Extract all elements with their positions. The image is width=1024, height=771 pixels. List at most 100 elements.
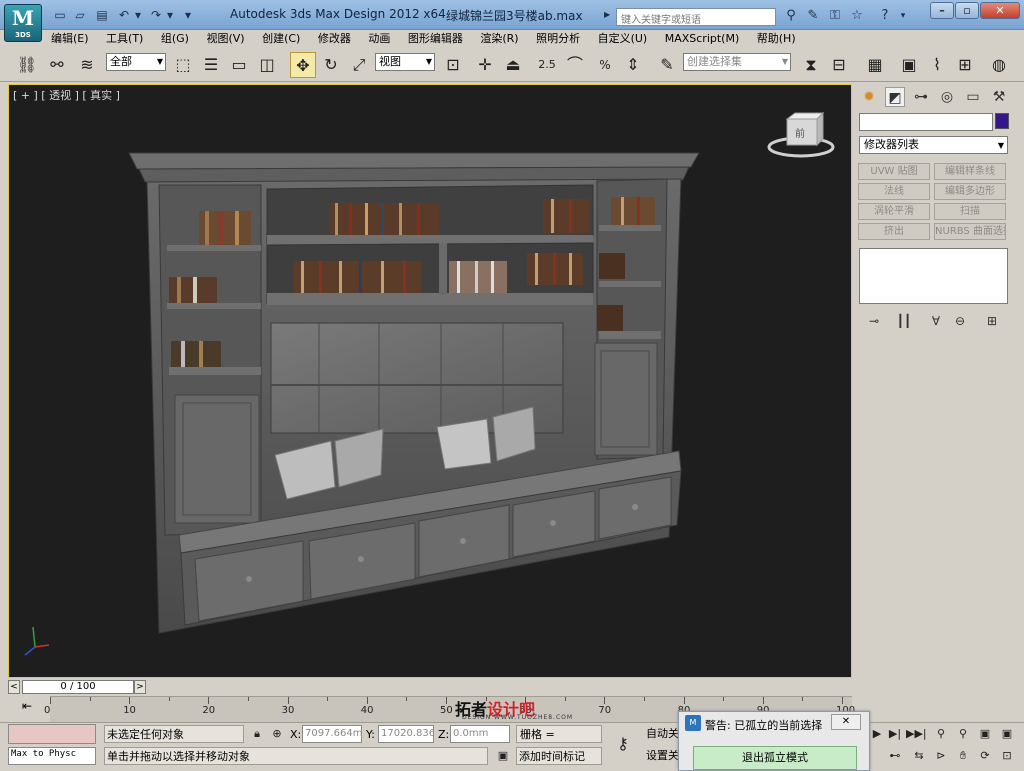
hierarchy-tab-icon[interactable]: ⊶ — [911, 87, 931, 107]
viewcube[interactable]: 前 — [767, 111, 835, 158]
add-time-tag-button[interactable]: 添加时间标记 — [516, 747, 602, 765]
search-expand-icon[interactable]: ▶ — [604, 10, 614, 24]
menu-modifiers[interactable]: 修改器 — [311, 30, 358, 48]
named-selection-dropdown[interactable]: 创建选择集 ▼ — [683, 53, 791, 71]
object-name-field[interactable] — [859, 113, 993, 131]
modifier-button-nurbs-surface-select[interactable]: NURBS 曲面选择 — [934, 223, 1006, 240]
curve-editor-icon[interactable]: ⌇ — [924, 52, 950, 78]
menu-help[interactable]: 帮助(H) — [750, 30, 803, 48]
select-by-name-icon[interactable]: ☰ — [198, 52, 224, 78]
exit-isolation-mode-button[interactable]: 退出孤立模式 — [693, 746, 857, 770]
percent-snap-icon[interactable]: % — [592, 52, 618, 78]
maxscript-mini-listener[interactable]: Max to Physc — [8, 747, 96, 765]
menu-rendering[interactable]: 渲染(R) — [473, 30, 525, 48]
next-frame-icon[interactable]: > — [134, 680, 146, 694]
utilities-tab-icon[interactable]: ⚒ — [989, 87, 1009, 107]
keyboard-shortcut-override-icon[interactable]: ⏏ — [500, 52, 526, 78]
menu-edit[interactable]: 编辑(E) — [44, 30, 96, 48]
material-editor-icon[interactable]: ◍ — [986, 52, 1012, 78]
modifier-stack-list[interactable] — [859, 248, 1008, 304]
time-slider-thumb[interactable]: 0 / 100 — [22, 680, 134, 694]
previous-frame-icon[interactable]: < — [8, 680, 20, 694]
object-color-swatch[interactable] — [995, 113, 1009, 129]
favorites-star-icon[interactable]: ☆ — [848, 8, 866, 24]
time-slider[interactable]: < 0 / 100 > — [8, 680, 852, 695]
modifier-button-edit-spline[interactable]: 编辑样条线 — [934, 163, 1006, 180]
absolute-mode-icon[interactable]: ⊕ — [268, 725, 286, 743]
help-icon[interactable]: ? — [876, 8, 894, 24]
select-and-rotate-icon[interactable]: ↻ — [318, 52, 344, 78]
spinner-snap-icon[interactable]: ⇕ — [620, 52, 646, 78]
subscription-icon[interactable]: ⚿ — [826, 8, 844, 24]
maxscript-listener-output[interactable] — [8, 724, 96, 744]
set-key-button[interactable]: 设置关键点 — [646, 747, 680, 765]
zoom-extents-icon[interactable]: ▣ — [976, 725, 994, 743]
pin-stack-icon[interactable]: ⊸ — [865, 312, 883, 330]
menu-lighting-analysis[interactable]: 照明分析 — [529, 30, 587, 48]
maximize-viewport-icon[interactable]: ⊡ — [998, 747, 1016, 765]
binoculars-icon[interactable]: ⚲ — [782, 8, 800, 24]
menu-animation[interactable]: 动画 — [361, 30, 397, 48]
select-object-icon[interactable]: ⬚ — [170, 52, 196, 78]
selection-filter-dropdown[interactable]: 全部 ▼ — [106, 53, 166, 71]
modifier-list-dropdown[interactable]: 修改器列表 ▼ — [859, 136, 1008, 154]
pivot-point-icon[interactable]: ⊡ — [440, 52, 466, 78]
show-end-result-icon[interactable]: ┃┃ — [895, 312, 913, 330]
close-icon[interactable]: ✕ — [831, 714, 861, 730]
zoom-extents-all-icon[interactable]: ▣ — [998, 725, 1016, 743]
rectangular-selection-icon[interactable]: ▭ — [226, 52, 252, 78]
maximize-button[interactable]: ▫ — [955, 2, 979, 19]
close-button[interactable]: ✕ — [980, 2, 1020, 19]
communication-center-icon[interactable]: ✎ — [804, 8, 822, 24]
time-configuration-icon[interactable]: ⇆ — [910, 747, 928, 765]
orbit-icon[interactable]: ⟳ — [976, 747, 994, 765]
menu-graph-editors[interactable]: 图形编辑器 — [401, 30, 470, 48]
motion-tab-icon[interactable]: ◎ — [937, 87, 957, 107]
save-file-icon[interactable]: ▤ — [94, 8, 110, 22]
reference-coordinate-dropdown[interactable]: 视图 ▼ — [375, 53, 435, 71]
quick-access-dropdown-icon[interactable]: ▾ — [180, 8, 196, 22]
menu-tools[interactable]: 工具(T) — [99, 30, 150, 48]
redo-dropdown-icon[interactable]: ▾ — [162, 8, 178, 22]
minimize-button[interactable]: – — [930, 2, 954, 19]
play-icon[interactable]: ▶ — [868, 725, 886, 743]
help-dropdown-icon[interactable]: ▾ — [894, 8, 912, 24]
new-file-icon[interactable]: ▭ — [52, 8, 68, 22]
open-file-icon[interactable]: ▱ — [72, 8, 88, 22]
y-coordinate-input[interactable]: 17020.836 — [378, 725, 434, 743]
angle-snap-icon[interactable]: ⌒ — [562, 52, 588, 78]
z-coordinate-input[interactable]: 0.0mm — [450, 725, 510, 743]
modifier-button-sweep[interactable]: 扫描 — [934, 203, 1006, 220]
create-tab-icon[interactable]: ✹ — [859, 87, 879, 107]
set-key-icon[interactable]: ⚷ — [614, 735, 632, 753]
select-and-scale-icon[interactable]: ⤢ — [346, 52, 372, 78]
lock-selection-icon[interactable]: 🔒︎ — [248, 725, 266, 743]
key-mode-icon[interactable]: ⊷ — [886, 747, 904, 765]
modifier-button-normal[interactable]: 法线 — [858, 183, 930, 200]
next-key-icon[interactable]: ▶| — [886, 725, 904, 743]
undo-dropdown-icon[interactable]: ▾ — [130, 8, 146, 22]
pan-view-icon[interactable]: ✋︎ — [954, 747, 972, 765]
window-crossing-icon[interactable]: ◫ — [254, 52, 280, 78]
remove-modifier-icon[interactable]: ⊖ — [951, 312, 969, 330]
isolate-toggle-icon[interactable]: ▣ — [494, 747, 512, 765]
open-mini-curve-editor-icon[interactable]: ⇤ — [10, 696, 44, 716]
x-coordinate-input[interactable]: 7097.664m — [302, 725, 362, 743]
auto-key-button[interactable]: 自动关键点 — [646, 725, 680, 743]
go-to-end-icon[interactable]: ▶▶| — [906, 725, 927, 743]
graphite-ribbon-icon[interactable]: ▣ — [896, 52, 922, 78]
field-of-view-icon[interactable]: ⊳ — [932, 747, 950, 765]
select-and-link-icon[interactable]: ⛓ — [14, 52, 40, 78]
menu-views[interactable]: 视图(V) — [199, 30, 251, 48]
edit-named-selection-icon[interactable]: ✎ — [654, 52, 680, 78]
layer-manager-icon[interactable]: ▦ — [862, 52, 888, 78]
search-input[interactable]: 键入关键字或短语 — [616, 8, 776, 26]
menu-create[interactable]: 创建(C) — [255, 30, 307, 48]
configure-modifier-sets-icon[interactable]: ⊞ — [983, 312, 1001, 330]
snap-toggle-icon[interactable]: 2.5 — [534, 52, 560, 78]
zoom-all-icon[interactable]: ⚲ — [954, 725, 972, 743]
app-menu-button[interactable]: M 3DS — [4, 4, 42, 42]
menu-customize[interactable]: 自定义(U) — [591, 30, 655, 48]
select-and-move-icon[interactable]: ✥ — [290, 52, 316, 78]
display-tab-icon[interactable]: ▭ — [963, 87, 983, 107]
